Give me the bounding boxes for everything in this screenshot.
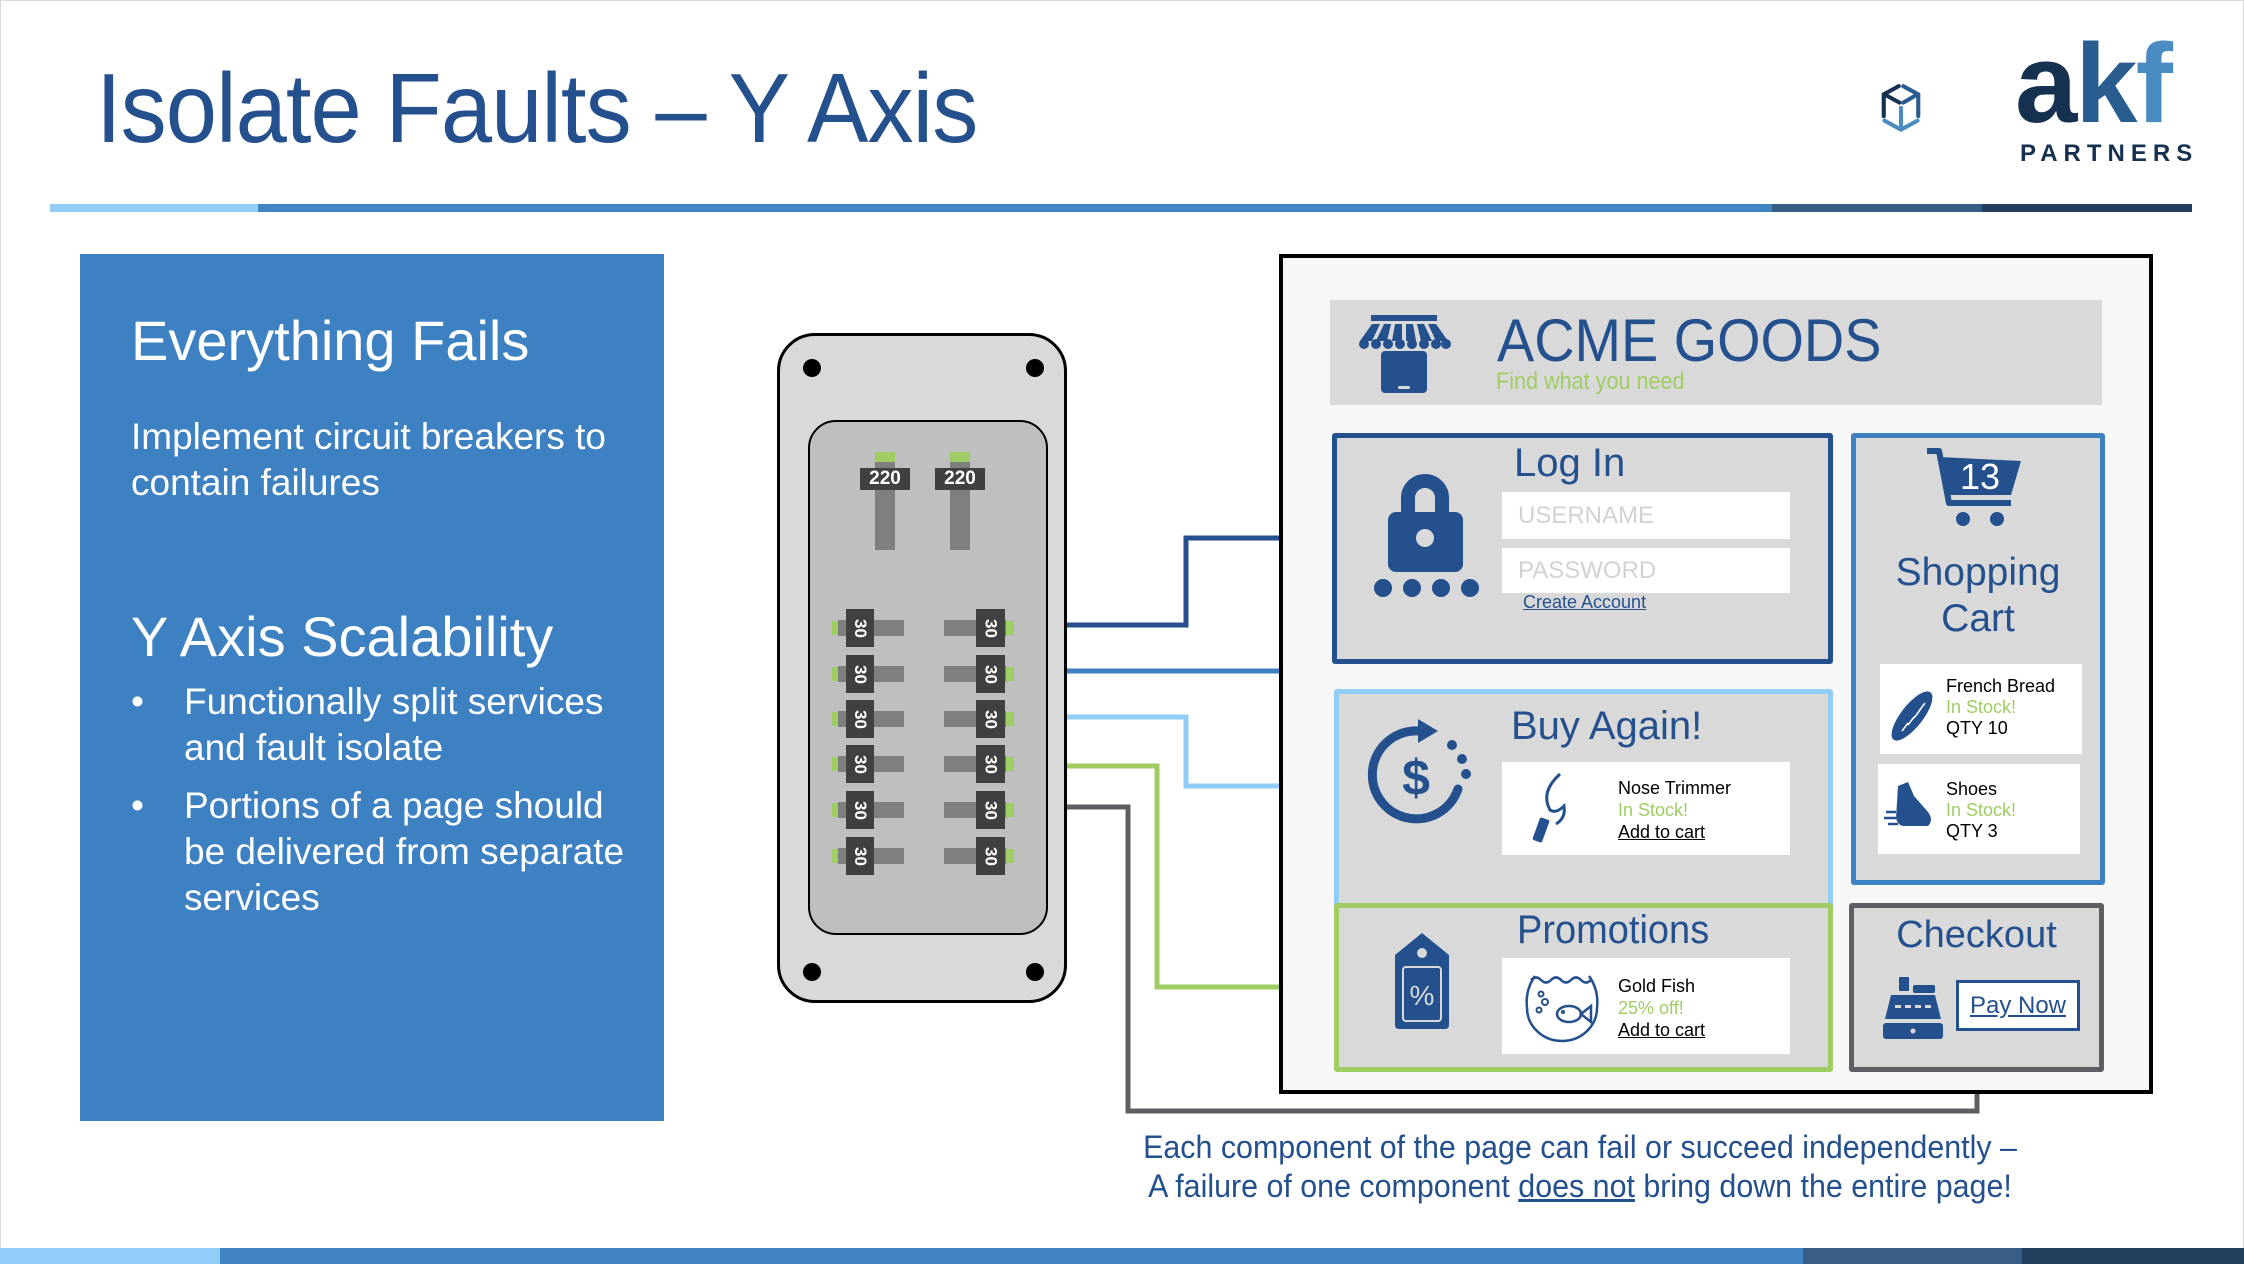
breaker-indicator — [1006, 667, 1014, 681]
footer-band-navy — [2022, 1248, 2244, 1264]
cart-item-text: Shoes In Stock! QTY 3 — [1946, 779, 2016, 842]
breaker-indicator — [1006, 712, 1014, 726]
main-breaker-label: 220 — [935, 468, 985, 490]
item-status: 25% off! — [1618, 998, 1684, 1018]
buy-again-item-text: Nose Trimmer In Stock! Add to cart — [1618, 777, 1731, 843]
caption-line2-pre: A failure of one component — [1148, 1168, 1519, 1204]
cart-title-line1: Shopping — [1895, 551, 2061, 594]
pay-now-button[interactable]: Pay Now — [1956, 980, 2080, 1031]
branch-breaker-label: 30 — [846, 745, 874, 783]
branch-breaker-label: 30 — [846, 837, 874, 875]
screw — [803, 963, 821, 981]
cash-register-icon — [1883, 977, 1943, 1039]
cart-item-text: French Bread In Stock! QTY 10 — [1946, 676, 2055, 739]
branch-breaker-label: 30 — [846, 791, 874, 829]
caption-line2-post: bring down the entire page! — [1634, 1168, 2012, 1204]
storefront-icon — [1359, 315, 1451, 393]
promotions-title: Promotions — [1517, 908, 1710, 952]
breaker-indicator — [875, 452, 895, 462]
lock-icon — [1374, 474, 1479, 597]
branch-breaker-label: 30 — [976, 700, 1005, 738]
store-name: ACME GOODS — [1497, 307, 1882, 374]
login-title: Log In — [1514, 441, 1626, 485]
main-breaker-label: 220 — [860, 468, 910, 490]
store-tagline: Find what you need — [1496, 368, 1685, 395]
breaker-indicator — [1006, 803, 1014, 817]
item-name: Nose Trimmer — [1618, 778, 1732, 798]
breaker-panel: 220 220 30 30 30 30 30 30 30 30 30 30 30 30 — [777, 333, 1067, 1003]
add-to-cart-link[interactable]: Add to cart — [1618, 1019, 1705, 1041]
caption-line1: Each component of the page can fail or s… — [1143, 1129, 2017, 1165]
screw — [1026, 359, 1044, 377]
item-status: In Stock! — [1618, 800, 1689, 820]
breaker-indicator — [1006, 621, 1014, 635]
cart-item-name: French Bread — [1946, 676, 2056, 696]
footer-band-light — [0, 1248, 220, 1264]
breaker-indicator — [1006, 757, 1014, 771]
create-account-link[interactable]: Create Account — [1523, 592, 1646, 613]
branch-breaker-label: 30 — [976, 837, 1005, 875]
branch-breaker-label: 30 — [976, 791, 1005, 829]
svg-text:%: % — [1410, 980, 1435, 1011]
branch-breaker-label: 30 — [976, 609, 1005, 647]
add-to-cart-link[interactable]: Add to cart — [1618, 821, 1731, 843]
item-name: Gold Fish — [1618, 976, 1696, 996]
nose-trimmer-icon — [1532, 772, 1566, 843]
footer-band-mid — [220, 1248, 1803, 1264]
shoe-icon — [1884, 782, 1931, 826]
branch-breaker-label: 30 — [976, 745, 1005, 783]
caption-emphasis: does not — [1518, 1168, 1635, 1204]
branch-breaker-label: 30 — [846, 609, 874, 647]
cart-item-qty: QTY 3 — [1946, 821, 1998, 841]
cart-count: 13 — [1960, 456, 2001, 497]
password-field[interactable]: PASSWORD — [1502, 548, 1790, 593]
caption-line2: A failure of one component does not brin… — [1105, 1167, 2055, 1206]
branch-breaker-label: 30 — [976, 655, 1005, 693]
svg-text:$: $ — [1402, 750, 1430, 806]
username-field[interactable]: USERNAME — [1502, 492, 1790, 539]
screw — [803, 359, 821, 377]
caption: Each component of the page can fail or s… — [1105, 1128, 2055, 1206]
cart-item-name: Shoes — [1946, 779, 1998, 799]
cart-item-status: In Stock! — [1946, 697, 2017, 717]
breaker-indicator — [1006, 849, 1014, 863]
cart-item-qty: QTY 10 — [1946, 718, 2008, 738]
pay-now-label: Pay Now — [1969, 991, 2067, 1019]
branch-breaker-label: 30 — [846, 700, 874, 738]
breaker-inner-panel: 220 220 30 30 30 30 30 30 30 30 30 30 30 30 — [808, 420, 1048, 935]
branch-breaker-label: 30 — [846, 655, 874, 693]
cart-title: Shopping Cart — [1851, 550, 2105, 642]
footer-band-steel — [1803, 1248, 2022, 1264]
cart-title-line2: Cart — [1941, 597, 2015, 640]
discount-tag-icon: % — [1395, 933, 1449, 1029]
dollar-refresh-icon: $ — [1367, 719, 1471, 824]
promotions-item-text: Gold Fish 25% off! Add to cart — [1618, 975, 1705, 1041]
buy-again-title: Buy Again! — [1511, 704, 1703, 748]
bread-icon — [1891, 691, 1933, 741]
checkout-title: Checkout — [1896, 914, 2057, 956]
screw — [1026, 963, 1044, 981]
fishbowl-icon — [1525, 975, 1599, 1043]
cart-item-status: In Stock! — [1946, 800, 2017, 820]
breaker-indicator — [950, 452, 970, 462]
